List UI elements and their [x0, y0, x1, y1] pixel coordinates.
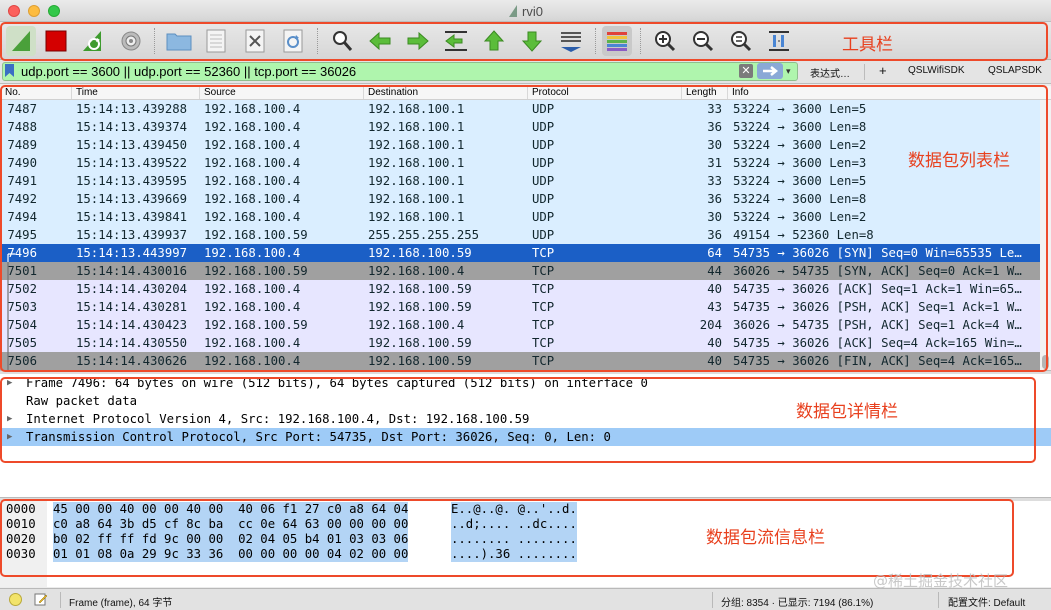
bookmark-icon[interactable] — [5, 64, 14, 77]
display-filter-input[interactable]: udp.port == 3600 || udp.port == 52360 ||… — [2, 62, 798, 81]
filter-button-qslwifisdk[interactable]: QSLWifiSDK — [908, 65, 965, 76]
add-filter-button[interactable]: + — [879, 63, 887, 78]
status-packet-counts: 分组: 8354 · 已显示: 7194 (86.1%) — [721, 598, 874, 609]
status-separator — [60, 592, 61, 608]
annotation-label-packet-details: 数据包详情栏 — [796, 402, 898, 422]
window-title: rvi0 — [522, 4, 543, 19]
apply-filter-button[interactable] — [757, 63, 783, 79]
status-frame-text: Frame (frame), 64 字节 — [69, 598, 173, 609]
arrow-right-icon — [763, 66, 779, 76]
watermark: @稀土掘金技术社区 — [873, 572, 1009, 590]
expert-info-icon[interactable] — [9, 593, 22, 606]
annotation-label-packet-bytes: 数据包流信息栏 — [706, 528, 825, 548]
filter-history-dropdown[interactable]: ▾ — [786, 66, 796, 76]
display-filter-bar: udp.port == 3600 || udp.port == 52360 ||… — [0, 60, 1051, 84]
capture-comment-icon[interactable] — [34, 592, 48, 606]
clear-filter-button[interactable]: ✕ — [739, 64, 753, 78]
annotation-box-packet-list — [0, 85, 1048, 372]
shark-fin-icon — [509, 5, 518, 17]
filter-separator — [864, 64, 865, 80]
annotation-label-toolbar: 工具栏 — [842, 35, 893, 55]
wireshark-window: rvi0 udp.port == 3600 || udp.port == 523… — [0, 0, 1051, 610]
window-title-wrap: rvi0 — [0, 4, 1051, 19]
title-bar: rvi0 — [0, 0, 1051, 22]
annotation-label-packet-list: 数据包列表栏 — [908, 151, 1010, 171]
annotation-box-packet-bytes — [0, 499, 1014, 577]
status-bar: Frame (frame), 64 字节 分组: 8354 · 已显示: 719… — [0, 588, 1051, 610]
filter-button-qslapsdk[interactable]: QSLAPSDK — [988, 65, 1042, 76]
expression-button[interactable]: 表达式… — [810, 65, 850, 80]
status-separator — [938, 592, 939, 608]
status-separator — [712, 592, 713, 608]
status-profile[interactable]: 配置文件: Default — [948, 594, 1025, 609]
